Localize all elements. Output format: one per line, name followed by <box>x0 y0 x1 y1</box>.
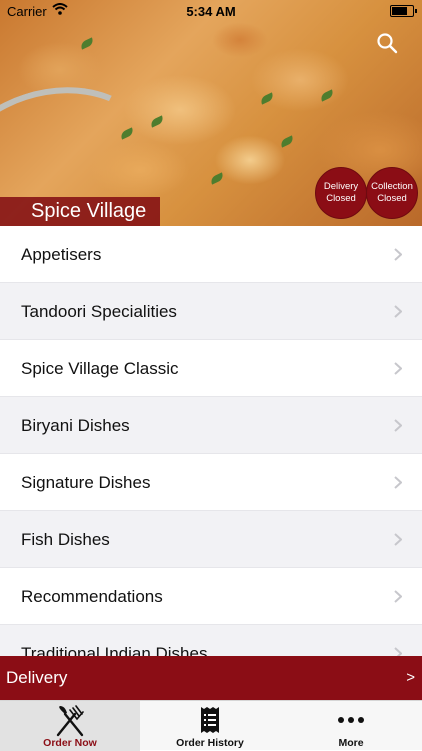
collection-status-badge: Collection Closed <box>366 167 418 219</box>
tab-more[interactable]: More <box>280 701 422 751</box>
herb-leaf <box>209 172 225 185</box>
chevron-right-icon <box>394 305 402 318</box>
collection-badge-line1: Collection <box>371 181 413 192</box>
tab-label: More <box>338 737 364 749</box>
category-row-biryani-dishes[interactable]: Biryani Dishes <box>0 397 422 454</box>
category-row-fish-dishes[interactable]: Fish Dishes <box>0 511 422 568</box>
category-label: Signature Dishes <box>21 473 151 492</box>
receipt-icon <box>201 707 219 733</box>
herb-leaf <box>149 115 165 128</box>
category-label: Tandoori Specialities <box>21 302 177 321</box>
clock: 5:34 AM <box>186 4 236 19</box>
category-label: Spice Village Classic <box>21 359 179 378</box>
delivery-badge-line1: Delivery <box>323 181 359 192</box>
category-label: Recommendations <box>21 587 163 606</box>
order-mode-arrow: > <box>406 669 415 686</box>
herb-leaf <box>259 92 275 105</box>
tab-label: Order Now <box>43 737 97 749</box>
category-label: Traditional Indian Dishes <box>21 644 208 656</box>
chevron-right-icon <box>394 590 402 603</box>
chevron-right-icon <box>394 248 402 261</box>
category-list[interactable]: Appetisers Tandoori Specialities Spice V… <box>0 226 422 656</box>
delivery-status-badge: Delivery Closed <box>315 167 367 219</box>
category-row-appetisers[interactable]: Appetisers <box>0 226 422 283</box>
fork-knife-icon <box>56 705 84 737</box>
collection-badge-line2: Closed <box>377 193 407 204</box>
category-label: Appetisers <box>21 245 102 264</box>
delivery-badge-line2: Closed <box>326 193 356 204</box>
restaurant-name: Spice Village <box>0 197 160 226</box>
category-row-spice-village-classic[interactable]: Spice Village Classic <box>0 340 422 397</box>
category-row-tandoori-specialities[interactable]: Tandoori Specialities <box>0 283 422 340</box>
category-label: Biryani Dishes <box>21 416 130 435</box>
order-mode-label: Delivery <box>6 668 68 687</box>
tab-label: Order History <box>176 737 244 749</box>
status-bar: Carrier 5:34 AM <box>0 0 422 22</box>
herb-leaf <box>279 135 295 148</box>
tab-bar: Order Now Order History More <box>0 700 422 751</box>
category-label: Fish Dishes <box>21 530 110 549</box>
tab-order-history[interactable]: Order History <box>140 701 280 751</box>
chevron-right-icon <box>394 476 402 489</box>
category-row-recommendations[interactable]: Recommendations <box>0 568 422 625</box>
chevron-right-icon <box>394 362 402 375</box>
chevron-right-icon <box>394 533 402 546</box>
herb-leaf <box>79 37 95 50</box>
category-row-signature-dishes[interactable]: Signature Dishes <box>0 454 422 511</box>
search-icon[interactable] <box>376 32 398 54</box>
chevron-right-icon <box>394 419 402 432</box>
herb-leaf <box>319 89 335 102</box>
chevron-right-icon <box>394 647 402 656</box>
more-dots-icon <box>338 717 364 723</box>
tab-order-now[interactable]: Order Now <box>0 701 140 751</box>
battery-icon <box>390 5 417 17</box>
category-row-traditional-indian-dishes[interactable]: Traditional Indian Dishes <box>0 625 422 656</box>
order-mode-bar[interactable]: Delivery > <box>0 656 422 700</box>
